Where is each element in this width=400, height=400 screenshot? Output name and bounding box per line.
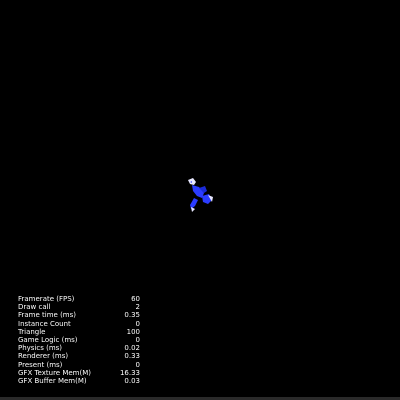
stat-row-framerate: Framerate (FPS) 60 [18, 295, 140, 303]
stat-value: 0 [135, 336, 140, 345]
stat-label: GFX Texture Mem(M) [18, 368, 91, 377]
stat-row-triangle: Triangle 100 [18, 328, 140, 336]
stat-value: 16.33 [119, 368, 140, 377]
stat-value: 60 [131, 295, 140, 303]
stat-value: 2 [135, 303, 140, 312]
stat-value: 0.33 [124, 352, 140, 361]
stat-label: Framerate (FPS) [18, 295, 75, 303]
stat-label: Frame time (ms) [18, 311, 77, 320]
stat-label: Triangle [18, 327, 46, 336]
stat-row-renderer: Renderer (ms) 0.33 [18, 352, 140, 360]
stat-label: Physics (ms) [18, 344, 63, 353]
stat-label: Game Logic (ms) [18, 336, 78, 345]
stat-label: GFX Buffer Mem(M) [18, 377, 87, 386]
character-sprite-icon [188, 178, 213, 212]
stat-row-gfx-buffer-mem: GFX Buffer Mem(M) 0.03 [18, 377, 140, 385]
stat-value: 0.35 [124, 311, 140, 320]
stat-label: Draw call [18, 303, 51, 312]
stat-label: Instance Count [18, 319, 71, 328]
stat-row-gfx-texture-mem: GFX Texture Mem(M) 16.33 [18, 369, 140, 377]
stats-overlay: Framerate (FPS) 60 Draw call 2 Frame tim… [18, 295, 140, 385]
sprite-body [188, 178, 213, 212]
stat-row-present: Present (ms) 0 [18, 361, 140, 369]
stat-value: 0.03 [124, 377, 140, 386]
stat-row-physics: Physics (ms) 0.02 [18, 344, 140, 352]
stat-label: Renderer (ms) [18, 352, 69, 361]
stat-label: Present (ms) [18, 360, 63, 369]
game-canvas[interactable]: Framerate (FPS) 60 Draw call 2 Frame tim… [0, 0, 400, 400]
stat-value: 0 [135, 360, 140, 369]
stat-row-frame-time: Frame time (ms) 0.35 [18, 311, 140, 319]
stat-value: 100 [126, 327, 140, 336]
stat-value: 0.02 [124, 344, 140, 353]
stat-row-game-logic: Game Logic (ms) 0 [18, 336, 140, 344]
stat-row-draw-call: Draw call 2 [18, 303, 140, 311]
stat-value: 0 [135, 319, 140, 328]
stat-row-instance-count: Instance Count 0 [18, 320, 140, 328]
